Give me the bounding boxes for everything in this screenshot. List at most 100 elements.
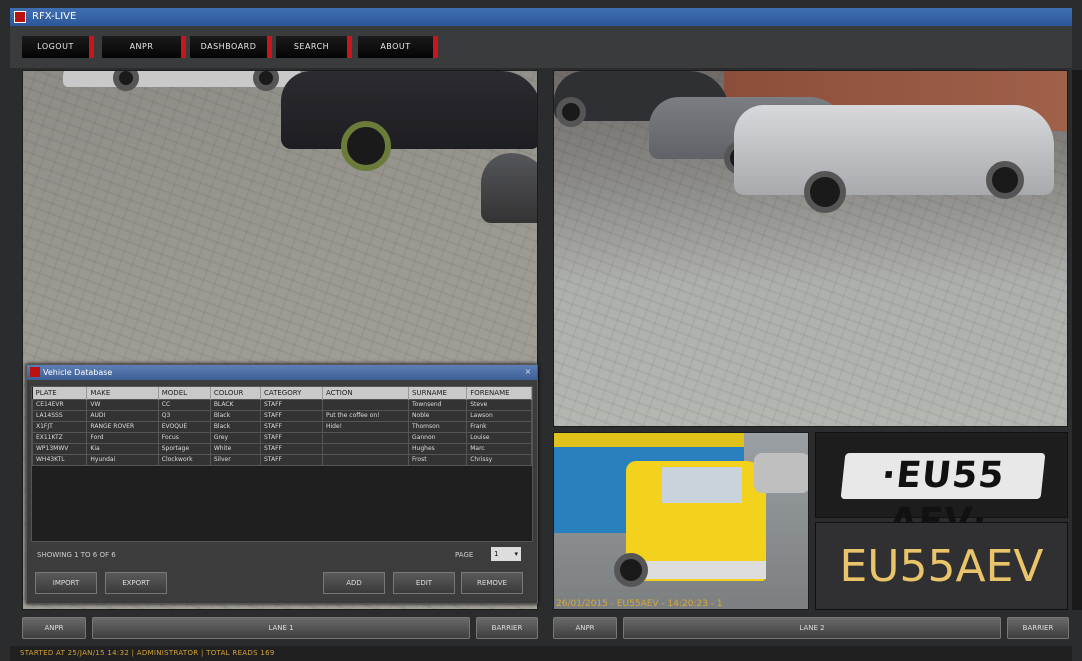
col-forename[interactable]: FORENAME [466,387,532,399]
cell [321,453,410,466]
cell: RANGE ROVER [86,420,159,433]
col-colour[interactable]: COLOUR [210,387,261,399]
table-row[interactable]: WH43KTL Hyundai Clockwork Silver STAFF Frost C… [31,453,532,466]
cell: STAFF [259,398,323,411]
cell: Townsend [408,398,468,411]
cell: Put the coffee on! [321,409,410,422]
col-action[interactable]: ACTION [322,387,410,399]
dialog-app-icon [30,367,40,377]
col-category[interactable]: CATEGORY [260,387,323,399]
table-row[interactable]: EX11KTZ Ford Focus Grey STAFF Gannon Louise [31,431,532,444]
chevron-down-icon: ▾ [514,550,518,558]
anpr-button[interactable]: ANPR [102,36,186,58]
cell: CE14EVR [31,398,88,411]
app-icon [14,11,26,23]
cell: Gannon [408,431,468,444]
lane2-camera-view [553,70,1068,427]
dialog-title-bar[interactable]: Vehicle Database × [27,365,537,380]
capture-caption: 26/01/2015 - EU55AEV - 14:20:23 - 1 [556,599,723,609]
col-make[interactable]: MAKE [86,387,159,399]
cell: Marc [466,442,532,455]
cell: Q3 [157,409,211,422]
vehicle-table: PLATE MAKE MODEL COLOUR CATEGORY ACTION … [31,386,533,542]
cell [321,398,410,411]
edit-button[interactable]: EDIT [393,572,455,594]
cell: Hide! [321,420,410,433]
cell: Black [209,420,261,433]
partial-car [481,153,537,223]
title-bar: RFX-LIVE [10,8,1072,26]
page-value: 1 [494,550,499,558]
table-row[interactable]: CE14EVR VW CC BLACK STAFF Townsend Steve [31,398,532,411]
cell: STAFF [259,420,323,433]
cell: EVOQUE [157,420,211,433]
cell: WP13MWV [31,442,88,455]
cell: AUDI [86,409,159,422]
cell: Frost [408,453,468,466]
cell: STAFF [259,431,323,444]
suv-car [281,71,537,149]
lane2-bar[interactable]: LANE 2 [623,617,1001,639]
close-icon[interactable]: × [523,367,533,377]
record-count: SHOWING 1 TO 6 OF 6 [37,551,116,559]
cell: Clockwork [157,453,211,466]
window-title: RFX-LIVE [32,11,77,22]
export-button[interactable]: EXPORT [105,572,167,594]
cell: Frank [466,420,532,433]
col-surname[interactable]: SURNAME [408,387,468,399]
cell: STAFF [259,409,323,422]
cell: Black [209,409,261,422]
lane1-bar[interactable]: LANE 1 [92,617,470,639]
page-label: PAGE [455,551,474,559]
cell: LA14SSS [31,409,88,422]
table-row[interactable]: X1FJT RANGE ROVER EVOQUE Black STAFF Hide! Tho… [31,420,532,433]
plate-image: ·EU55 AEV· [840,453,1046,542]
cell: Ford [86,431,159,444]
cell: Sportage [157,442,211,455]
cell [321,442,410,455]
lane2-barrier-button[interactable]: BARRIER [1007,617,1069,639]
cell: Kia [86,442,159,455]
logout-button[interactable]: LOGOUT [22,36,94,58]
cell: White [209,442,261,455]
cell: EX11KTZ [31,431,88,444]
cell: Steve [466,398,532,411]
cell: Louise [466,431,532,444]
cell: Noble [408,409,468,422]
cell: X1FJT [31,420,88,433]
cell: Lawson [466,409,532,422]
plate-crop-view: ·EU55 AEV· [815,432,1068,542]
vehicle-database-dialog: Vehicle Database × PLATE MAKE MODEL COLO… [26,364,538,604]
cell: Thomson [408,420,468,433]
search-button[interactable]: SEARCH [276,36,352,58]
about-button[interactable]: ABOUT [358,36,438,58]
table-row[interactable]: LA14SSS AUDI Q3 Black STAFF Put the coffee on… [31,409,532,422]
table-header: PLATE MAKE MODEL COLOUR CATEGORY ACTION … [32,387,532,399]
menu-bar: LOGOUT ANPR DASHBOARD SEARCH ABOUT [10,26,1072,68]
cell: Hughes [408,442,468,455]
cell: STAFF [259,453,323,466]
lane1-barrier-button[interactable]: BARRIER [476,617,538,639]
cell: VW [86,398,159,411]
plate-read-text: EU55AEV [815,522,1068,610]
dialog-title: Vehicle Database [43,368,113,377]
status-bar: STARTED AT 25/JAN/15 14:32 | ADMINISTRAT… [10,646,1072,661]
col-plate[interactable]: PLATE [32,387,88,399]
add-button[interactable]: ADD [323,572,385,594]
cell: Grey [209,431,261,444]
cell: BLACK [209,398,261,411]
page-select[interactable]: 1 ▾ [491,547,521,561]
lane2-anpr-button[interactable]: ANPR [553,617,617,639]
app-window: RFX-LIVE LOGOUT ANPR DASHBOARD SEARCH AB… [0,0,1082,661]
cell [321,431,410,444]
dashboard-button[interactable]: DASHBOARD [190,36,272,58]
lane1-anpr-button[interactable]: ANPR [22,617,86,639]
cell: Hyundai [86,453,159,466]
import-button[interactable]: IMPORT [35,572,97,594]
col-model[interactable]: MODEL [158,387,211,399]
right-edge [1072,70,1082,610]
table-row[interactable]: WP13MWV Kia Sportage White STAFF Hughes Marc [31,442,532,455]
cell: STAFF [259,442,323,455]
plate-capture-camera: 26/01/2015 - EU55AEV - 14:20:23 - 1 [553,432,809,610]
remove-button[interactable]: REMOVE [461,572,523,594]
